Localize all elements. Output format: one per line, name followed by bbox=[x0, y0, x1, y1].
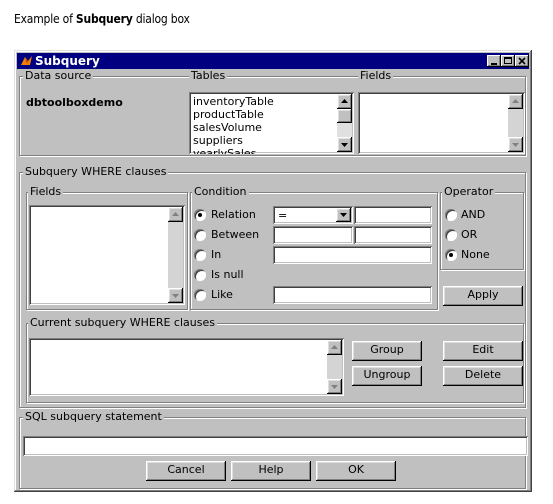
and-radio[interactable] bbox=[445, 209, 457, 221]
tables-list[interactable]: inventoryTable productTable salesVolume … bbox=[189, 92, 354, 154]
in-radio[interactable] bbox=[194, 249, 206, 261]
fields-top-scrollbar[interactable] bbox=[508, 94, 523, 152]
between-to-input[interactable] bbox=[354, 226, 432, 244]
caption-bold: Subquery bbox=[75, 12, 133, 26]
is-null-radio[interactable] bbox=[194, 269, 206, 281]
arrow-down-icon bbox=[341, 143, 348, 147]
relation-value-input[interactable] bbox=[354, 206, 432, 224]
cancel-button[interactable]: Cancel bbox=[146, 461, 226, 481]
and-label: AND bbox=[461, 208, 486, 221]
between-from-input[interactable] bbox=[273, 226, 353, 244]
scroll-down-button[interactable] bbox=[508, 137, 523, 152]
group-button[interactable]: Group bbox=[352, 341, 422, 361]
ungroup-button[interactable]: Ungroup bbox=[352, 366, 422, 386]
arrow-up-icon bbox=[512, 99, 519, 103]
list-item[interactable]: inventoryTable bbox=[193, 95, 274, 108]
arrow-down-icon bbox=[512, 143, 519, 147]
in-values-input[interactable] bbox=[273, 246, 432, 264]
or-label: OR bbox=[461, 228, 478, 241]
scroll-down-button[interactable] bbox=[168, 288, 183, 303]
maximize-button[interactable] bbox=[501, 55, 515, 67]
close-button[interactable] bbox=[515, 55, 529, 67]
scroll-down-button[interactable] bbox=[337, 137, 352, 152]
fields-top-list[interactable] bbox=[358, 92, 525, 154]
caption-suffix: dialog box bbox=[132, 12, 190, 26]
minimize-button[interactable] bbox=[487, 55, 501, 67]
current-where-list[interactable] bbox=[29, 338, 344, 396]
fields-where-list[interactable] bbox=[29, 205, 185, 305]
scroll-thumb[interactable] bbox=[337, 109, 352, 123]
arrow-down-icon bbox=[172, 294, 179, 298]
sql-statement-label: SQL subquery statement bbox=[23, 410, 164, 423]
scroll-down-button[interactable] bbox=[327, 379, 342, 394]
current-where-label: Current subquery WHERE clauses bbox=[28, 316, 217, 329]
fields-where-label: Fields bbox=[28, 185, 64, 198]
fields-where-scrollbar[interactable] bbox=[168, 207, 183, 303]
sql-statement-field[interactable] bbox=[23, 436, 528, 456]
like-radio[interactable] bbox=[194, 289, 206, 301]
or-radio[interactable] bbox=[445, 229, 457, 241]
operator-label: Operator bbox=[442, 185, 496, 198]
ok-button[interactable]: OK bbox=[316, 461, 396, 481]
caption-prefix: Example of bbox=[14, 12, 76, 26]
tables-scrollbar[interactable] bbox=[337, 94, 352, 152]
list-item[interactable]: salesVolume bbox=[193, 121, 262, 134]
list-item[interactable]: suppliers bbox=[193, 134, 243, 147]
dropdown-button[interactable] bbox=[336, 208, 351, 222]
between-radio[interactable] bbox=[194, 229, 206, 241]
relation-operator-value: = bbox=[278, 209, 288, 222]
scroll-up-button[interactable] bbox=[327, 340, 342, 355]
data-source-value: dbtoolboxdemo bbox=[26, 96, 123, 109]
arrow-up-icon bbox=[331, 345, 338, 349]
scroll-up-button[interactable] bbox=[168, 207, 183, 222]
relation-radio[interactable] bbox=[194, 209, 206, 221]
figure-caption: Example of Subquery dialog box bbox=[14, 12, 190, 26]
like-label: Like bbox=[211, 288, 233, 301]
close-icon bbox=[518, 57, 526, 65]
fields-top-label: Fields bbox=[358, 69, 394, 82]
arrow-up-icon bbox=[341, 99, 348, 103]
in-label: In bbox=[211, 248, 222, 261]
help-button[interactable]: Help bbox=[231, 461, 311, 481]
title-bar[interactable]: Subquery bbox=[17, 53, 529, 69]
scroll-up-button[interactable] bbox=[508, 94, 523, 109]
condition-label: Condition bbox=[192, 185, 249, 198]
where-group-label: Subquery WHERE clauses bbox=[23, 165, 169, 178]
none-radio[interactable] bbox=[445, 249, 457, 261]
maximize-icon bbox=[504, 57, 512, 64]
is-null-label: Is null bbox=[211, 268, 244, 281]
none-label: None bbox=[461, 248, 490, 261]
relation-label: Relation bbox=[211, 208, 256, 221]
window-title: Subquery bbox=[35, 54, 100, 68]
list-item[interactable]: productTable bbox=[193, 108, 264, 121]
list-item[interactable]: yearlySales bbox=[193, 147, 256, 154]
chevron-down-icon bbox=[340, 213, 347, 217]
tables-label: Tables bbox=[189, 69, 228, 82]
scroll-up-button[interactable] bbox=[337, 94, 352, 109]
like-pattern-input[interactable] bbox=[273, 286, 432, 304]
minimize-icon bbox=[491, 63, 497, 65]
delete-button[interactable]: Delete bbox=[443, 366, 523, 386]
apply-button[interactable]: Apply bbox=[443, 286, 523, 306]
between-label: Between bbox=[211, 228, 260, 241]
edit-button[interactable]: Edit bbox=[443, 341, 523, 361]
current-where-scrollbar[interactable] bbox=[327, 340, 342, 394]
data-source-label: Data source bbox=[23, 69, 94, 82]
arrow-down-icon bbox=[331, 385, 338, 389]
matlab-logo-icon bbox=[21, 56, 32, 65]
relation-operator-select[interactable]: = bbox=[273, 206, 353, 224]
subquery-dialog: Subquery Data source Tables Fields dbtoo… bbox=[14, 50, 532, 492]
arrow-up-icon bbox=[172, 212, 179, 216]
